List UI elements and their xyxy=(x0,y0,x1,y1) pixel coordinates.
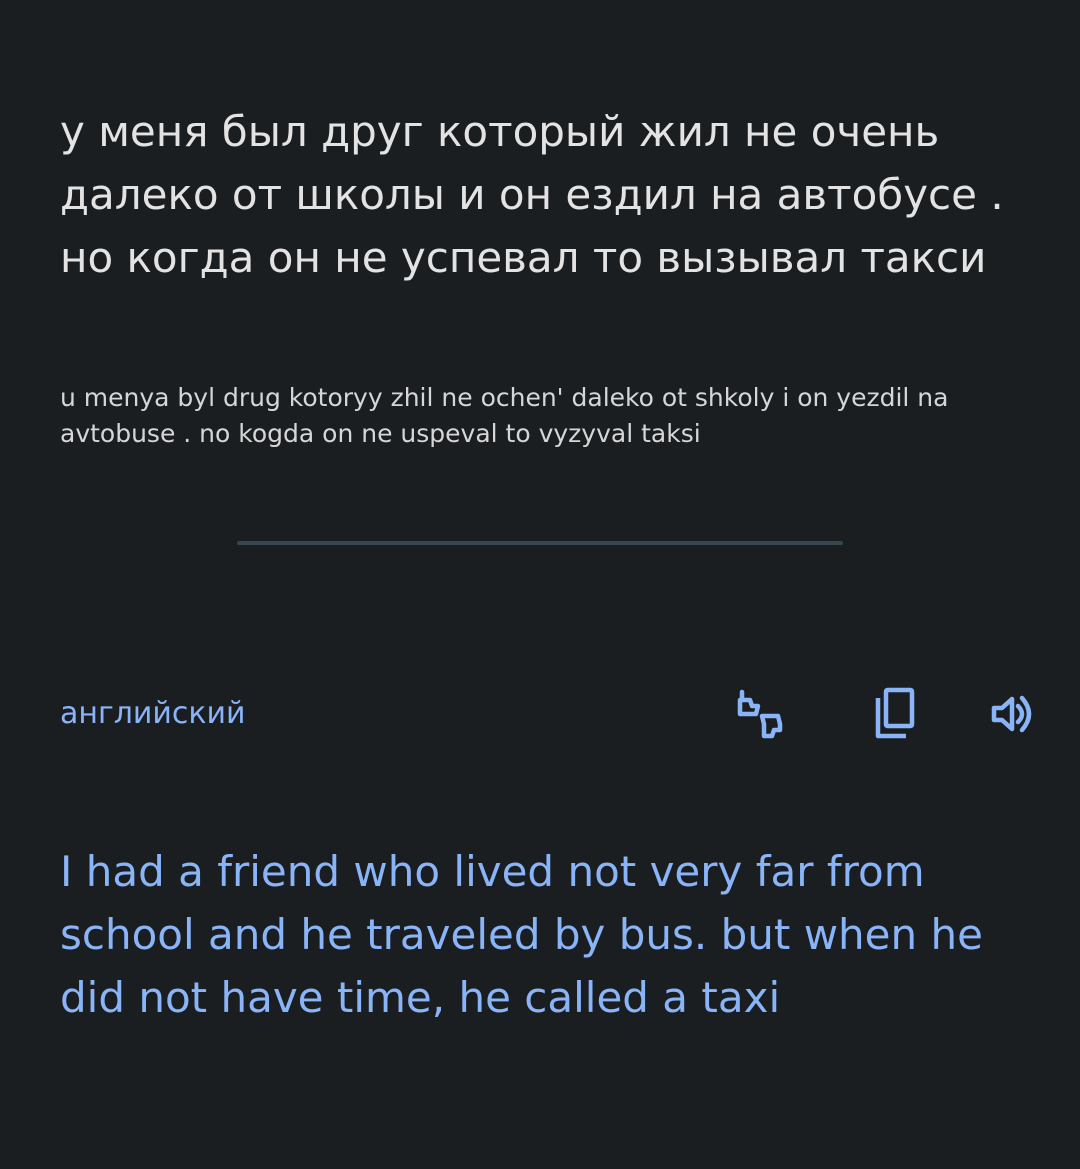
copy-icon xyxy=(875,687,915,739)
source-transliteration: u menya byl drug kotoryy zhil ne ochen' … xyxy=(60,383,949,448)
source-text: у меня был друг который жил не очень дал… xyxy=(60,107,1004,282)
rate-translation-button[interactable] xyxy=(732,682,796,746)
thumbs-up-down-icon xyxy=(737,689,783,739)
target-language-label[interactable]: английский xyxy=(60,694,246,734)
listen-button[interactable] xyxy=(980,682,1044,746)
translation-text: I had a friend who lived not very far fr… xyxy=(60,847,983,1022)
copy-button[interactable] xyxy=(862,682,926,746)
divider xyxy=(237,541,843,545)
speaker-icon xyxy=(991,695,1032,733)
